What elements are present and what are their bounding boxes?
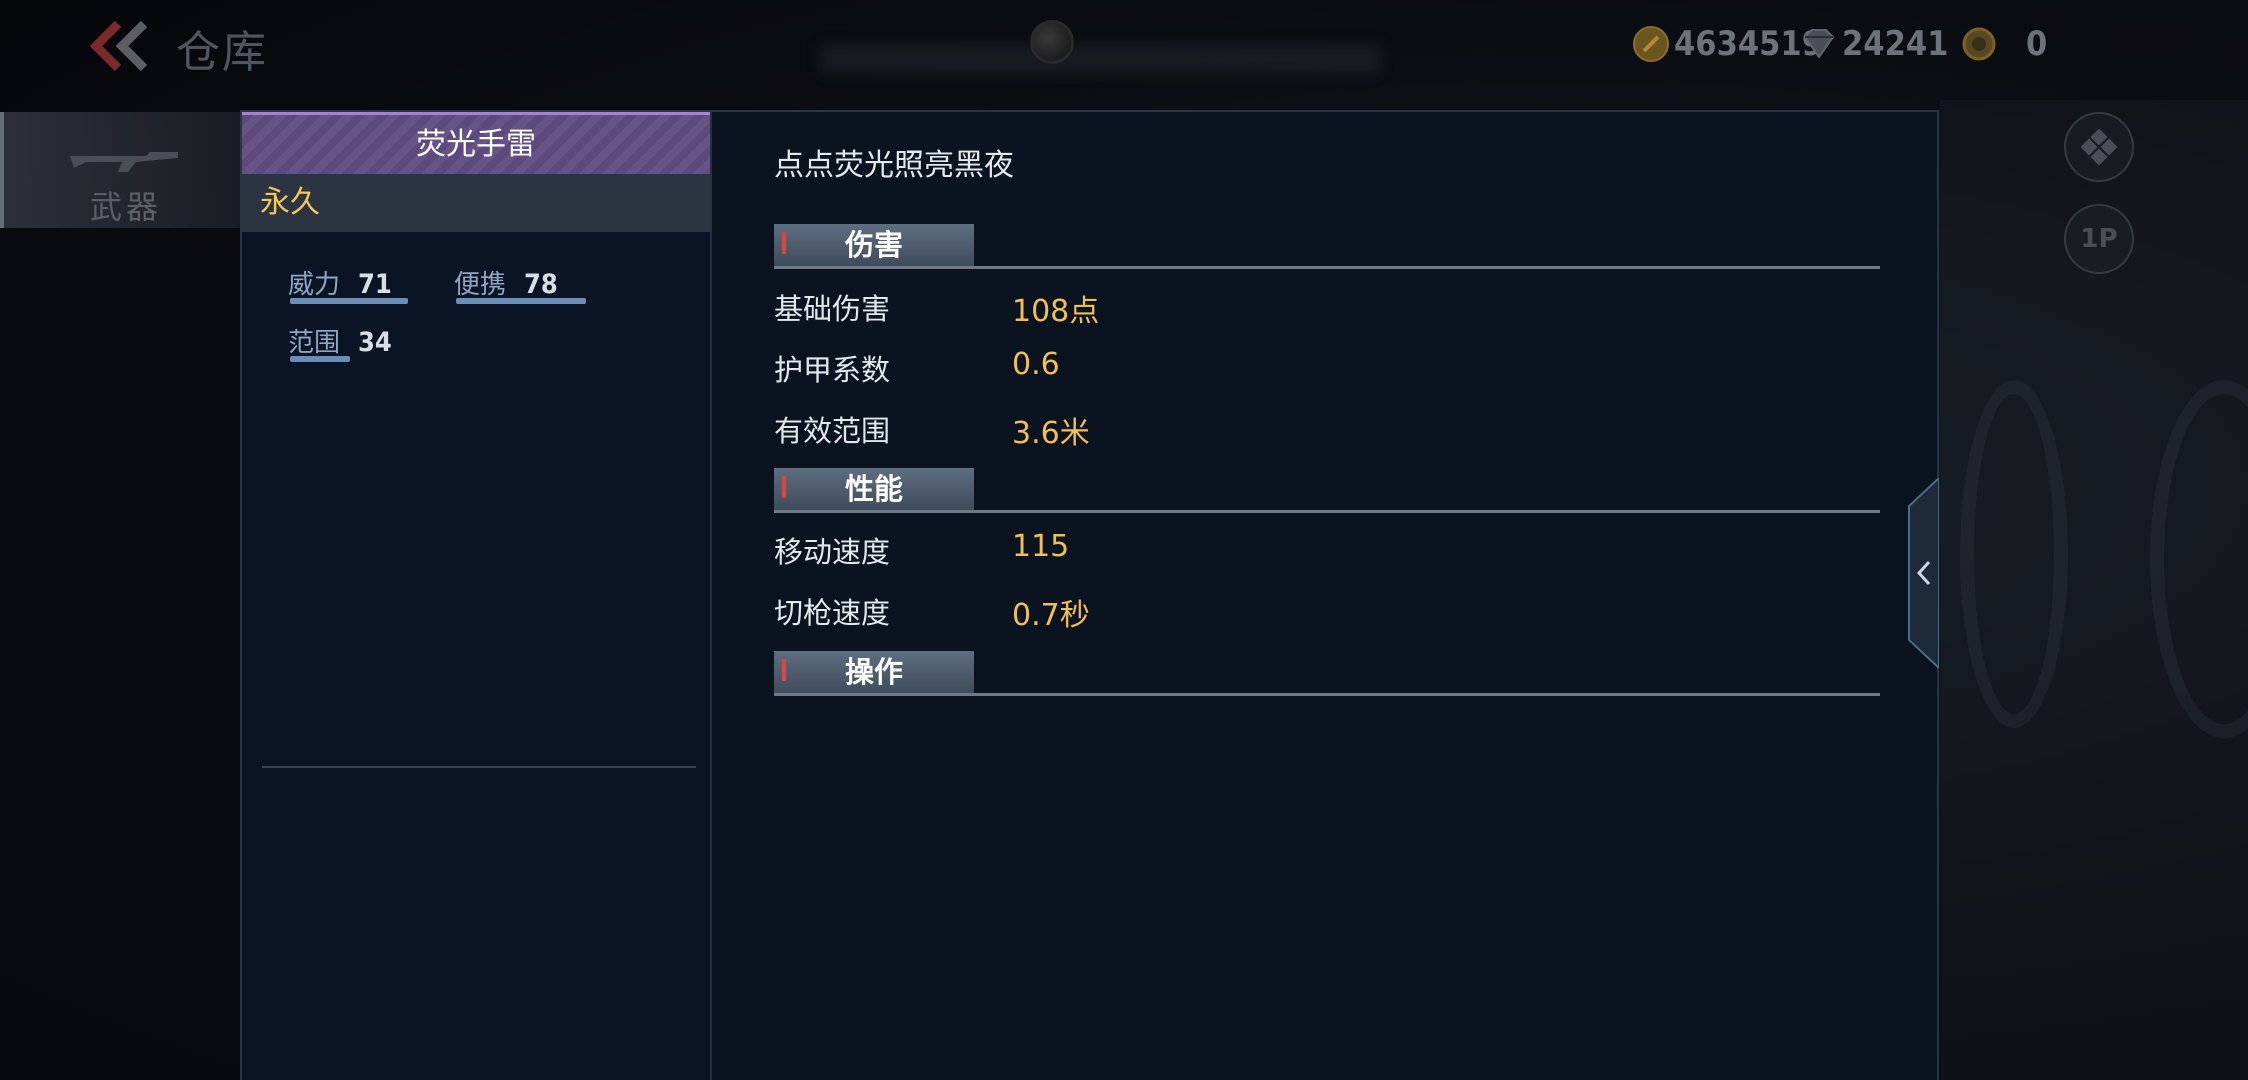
category-rail	[0, 112, 240, 1080]
item-stats-column: 点点荧光照亮黑夜 伤害 基础伤害 108点 护甲系数 0.6 有效范围 3.6米	[712, 112, 1937, 1080]
stat-row: 有效范围 3.6米	[774, 408, 1474, 456]
stat-value: 115	[1012, 529, 1070, 564]
diamond-icon	[1803, 29, 1835, 59]
collapse-panel-button[interactable]	[1905, 475, 1940, 671]
section-title: 操作	[844, 655, 903, 689]
stat-value: 0.7秒	[1012, 598, 1090, 633]
section-rule	[774, 693, 1880, 696]
stat-row: 基础伤害 108点	[774, 286, 1474, 334]
attribute-portability-bar	[456, 298, 586, 304]
stat-name: 护甲系数	[774, 353, 891, 387]
stat-value: 108点	[1012, 294, 1100, 329]
attribute-value: 34	[358, 327, 392, 358]
item-header: 荧光手雷	[242, 112, 710, 177]
first-person-view-button[interactable]: 1P	[2064, 204, 2134, 274]
diamond-currency: 24241	[1800, 22, 1948, 66]
item-description: 点点荧光照亮黑夜	[774, 148, 1014, 183]
token-icon	[1962, 27, 1996, 61]
section-header-operation: 操作	[774, 651, 1880, 699]
stat-row: 切枪速度 0.7秒	[774, 590, 1474, 638]
section-rule	[774, 510, 1880, 513]
attribute-name: 威力	[288, 270, 341, 300]
top-shadow	[820, 44, 1380, 74]
gold-coin-icon	[1633, 26, 1669, 62]
stat-name: 切枪速度	[774, 596, 891, 630]
stat-name: 基础伤害	[774, 292, 891, 326]
view-toggle-button[interactable]	[2064, 112, 2134, 182]
double-chevron-left-icon	[89, 20, 148, 72]
stat-name: 有效范围	[774, 414, 891, 448]
stat-value: 3.6米	[1012, 416, 1090, 451]
stat-name: 移动速度	[774, 535, 891, 569]
page-title: 仓库	[176, 27, 268, 78]
section-header-performance: 性能	[774, 468, 1880, 516]
chevron-left-icon	[1908, 475, 1940, 671]
section-title: 伤害	[844, 228, 903, 262]
stat-row: 护甲系数 0.6	[774, 347, 1474, 395]
attribute-value: 71	[358, 269, 392, 300]
sidebar-item-label: 武器	[90, 188, 163, 226]
stat-row: 移动速度 115	[774, 529, 1474, 577]
warehouse-screen: 仓库 4634519 24241 0 武器 1P 荧光手雷 永久 威力 71 便…	[0, 0, 2248, 1080]
section-title: 性能	[844, 472, 903, 506]
camera-dot-icon	[1030, 20, 1074, 64]
attribute-range-bar	[290, 356, 350, 362]
item-summary-column: 荧光手雷 永久 威力 71 便携 78 范围 34	[242, 112, 712, 1080]
background-target-ring	[1960, 380, 2068, 728]
token-currency: 0	[1960, 22, 2047, 66]
attribute-name: 便携	[454, 270, 507, 300]
diamond-amount: 24241	[1842, 24, 1949, 64]
stat-value: 0.6	[1012, 347, 1060, 382]
top-bar: 仓库 4634519 24241 0	[0, 0, 2248, 92]
duration-label: 永久	[260, 185, 320, 220]
gold-currency: 4634519	[1632, 22, 1823, 66]
section-rule	[774, 266, 1880, 269]
attribute-name: 范围	[288, 328, 341, 358]
divider	[262, 766, 696, 768]
item-name: 荧光手雷	[416, 127, 536, 162]
item-detail-panel: 荧光手雷 永久 威力 71 便携 78 范围 34 点点荧光照亮黑夜 伤害 基础…	[240, 110, 1939, 1080]
attribute-power-bar	[290, 298, 408, 304]
diamond-grid-icon	[2081, 129, 2117, 165]
section-header-damage: 伤害	[774, 224, 1880, 272]
duration-row: 永久	[242, 174, 710, 232]
back-button[interactable]	[88, 20, 152, 72]
attribute-value: 78	[524, 269, 558, 300]
token-amount: 0	[2026, 24, 2048, 64]
rifle-icon	[70, 152, 178, 172]
